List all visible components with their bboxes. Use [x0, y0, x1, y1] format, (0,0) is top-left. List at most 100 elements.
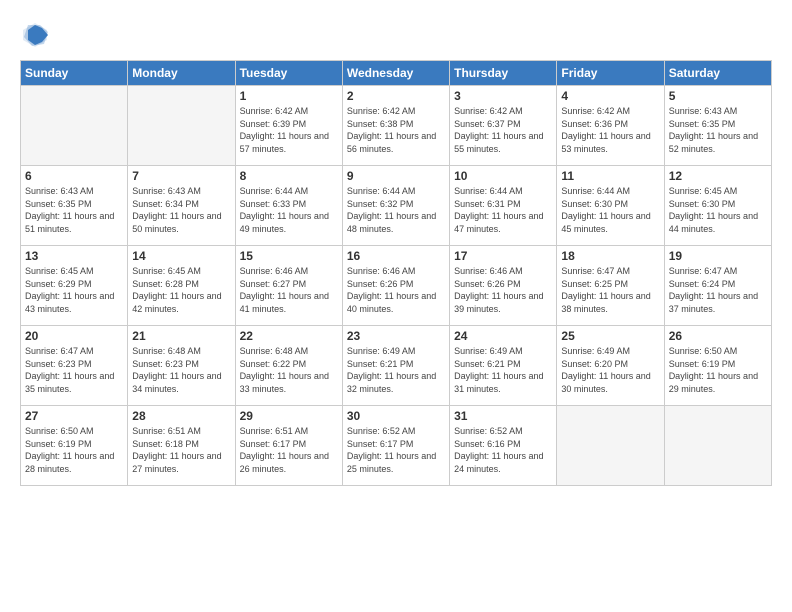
- day-info: Sunrise: 6:43 AMSunset: 6:34 PMDaylight:…: [132, 185, 230, 235]
- day-number: 1: [240, 89, 338, 103]
- day-info: Sunrise: 6:44 AMSunset: 6:32 PMDaylight:…: [347, 185, 445, 235]
- day-info: Sunrise: 6:47 AMSunset: 6:23 PMDaylight:…: [25, 345, 123, 395]
- calendar-cell: 9 Sunrise: 6:44 AMSunset: 6:32 PMDaylight…: [342, 166, 449, 246]
- day-info: Sunrise: 6:43 AMSunset: 6:35 PMDaylight:…: [669, 105, 767, 155]
- day-info: Sunrise: 6:50 AMSunset: 6:19 PMDaylight:…: [669, 345, 767, 395]
- day-number: 24: [454, 329, 552, 343]
- calendar-cell: 8Sunrise: 6:44 AMSunset: 6:33 PMDaylight…: [235, 166, 342, 246]
- calendar-table: SundayMondayTuesdayWednesdayThursdayFrid…: [20, 60, 772, 486]
- calendar-cell: 7 Sunrise: 6:43 AMSunset: 6:34 PMDaylight…: [128, 166, 235, 246]
- day-info: Sunrise: 6:42 AMSunset: 6:39 PMDaylight:…: [240, 105, 338, 155]
- day-info: Sunrise: 6:49 AMSunset: 6:21 PMDaylight:…: [454, 345, 552, 395]
- day-number: 30: [347, 409, 445, 423]
- day-info: Sunrise: 6:46 AMSunset: 6:26 PMDaylight:…: [454, 265, 552, 315]
- day-number: 8: [240, 169, 338, 183]
- day-info: Sunrise: 6:52 AMSunset: 6:17 PMDaylight:…: [347, 425, 445, 475]
- calendar-cell: 14 Sunrise: 6:45 AMSunset: 6:28 PMDayligh…: [128, 246, 235, 326]
- day-number: 22: [240, 329, 338, 343]
- calendar-cell: 17 Sunrise: 6:46 AMSunset: 6:26 PMDayligh…: [450, 246, 557, 326]
- day-number: 20: [25, 329, 123, 343]
- day-info: Sunrise: 6:50 AMSunset: 6:19 PMDaylight:…: [25, 425, 123, 475]
- calendar-week-row: 6 Sunrise: 6:43 AMSunset: 6:35 PMDaylight…: [21, 166, 772, 246]
- calendar-cell: 11 Sunrise: 6:44 AMSunset: 6:30 PMDayligh…: [557, 166, 664, 246]
- calendar-header-row: SundayMondayTuesdayWednesdayThursdayFrid…: [21, 61, 772, 86]
- day-info: Sunrise: 6:44 AMSunset: 6:31 PMDaylight:…: [454, 185, 552, 235]
- calendar-cell: 25Sunrise: 6:49 AMSunset: 6:20 PMDayligh…: [557, 326, 664, 406]
- day-number: 21: [132, 329, 230, 343]
- calendar-cell: 4 Sunrise: 6:42 AMSunset: 6:36 PMDaylight…: [557, 86, 664, 166]
- day-number: 4: [561, 89, 659, 103]
- calendar-cell: 29 Sunrise: 6:51 AMSunset: 6:17 PMDayligh…: [235, 406, 342, 486]
- calendar-week-row: 27 Sunrise: 6:50 AMSunset: 6:19 PMDayligh…: [21, 406, 772, 486]
- calendar-cell: [21, 86, 128, 166]
- calendar-cell: 22 Sunrise: 6:48 AMSunset: 6:22 PMDayligh…: [235, 326, 342, 406]
- calendar-cell: 28Sunrise: 6:51 AMSunset: 6:18 PMDayligh…: [128, 406, 235, 486]
- day-number: 14: [132, 249, 230, 263]
- calendar-cell: 19 Sunrise: 6:47 AMSunset: 6:24 PMDayligh…: [664, 246, 771, 326]
- page-header: [20, 20, 772, 50]
- day-info: Sunrise: 6:42 AMSunset: 6:36 PMDaylight:…: [561, 105, 659, 155]
- day-info: Sunrise: 6:49 AMSunset: 6:20 PMDaylight:…: [561, 345, 659, 395]
- column-header-friday: Friday: [557, 61, 664, 86]
- day-info: Sunrise: 6:47 AMSunset: 6:24 PMDaylight:…: [669, 265, 767, 315]
- day-info: Sunrise: 6:44 AMSunset: 6:30 PMDaylight:…: [561, 185, 659, 235]
- calendar-cell: 13Sunrise: 6:45 AMSunset: 6:29 PMDayligh…: [21, 246, 128, 326]
- calendar-cell: 1 Sunrise: 6:42 AMSunset: 6:39 PMDaylight…: [235, 86, 342, 166]
- day-number: 27: [25, 409, 123, 423]
- day-number: 7: [132, 169, 230, 183]
- day-number: 2: [347, 89, 445, 103]
- calendar-week-row: 1 Sunrise: 6:42 AMSunset: 6:39 PMDaylight…: [21, 86, 772, 166]
- day-number: 26: [669, 329, 767, 343]
- day-info: Sunrise: 6:42 AMSunset: 6:37 PMDaylight:…: [454, 105, 552, 155]
- day-info: Sunrise: 6:47 AMSunset: 6:25 PMDaylight:…: [561, 265, 659, 315]
- calendar-cell: [128, 86, 235, 166]
- calendar-cell: 30 Sunrise: 6:52 AMSunset: 6:17 PMDayligh…: [342, 406, 449, 486]
- column-header-monday: Monday: [128, 61, 235, 86]
- calendar-cell: 20 Sunrise: 6:47 AMSunset: 6:23 PMDayligh…: [21, 326, 128, 406]
- calendar-cell: 18 Sunrise: 6:47 AMSunset: 6:25 PMDayligh…: [557, 246, 664, 326]
- calendar-cell: 23Sunrise: 6:49 AMSunset: 6:21 PMDayligh…: [342, 326, 449, 406]
- day-number: 18: [561, 249, 659, 263]
- day-number: 15: [240, 249, 338, 263]
- day-number: 16: [347, 249, 445, 263]
- calendar-cell: 2 Sunrise: 6:42 AMSunset: 6:38 PMDaylight…: [342, 86, 449, 166]
- calendar-cell: 27 Sunrise: 6:50 AMSunset: 6:19 PMDayligh…: [21, 406, 128, 486]
- day-number: 13: [25, 249, 123, 263]
- day-number: 9: [347, 169, 445, 183]
- calendar-cell: [664, 406, 771, 486]
- day-info: Sunrise: 6:45 AMSunset: 6:28 PMDaylight:…: [132, 265, 230, 315]
- day-number: 28: [132, 409, 230, 423]
- calendar-week-row: 13Sunrise: 6:45 AMSunset: 6:29 PMDayligh…: [21, 246, 772, 326]
- day-info: Sunrise: 6:48 AMSunset: 6:23 PMDaylight:…: [132, 345, 230, 395]
- day-number: 12: [669, 169, 767, 183]
- calendar-cell: 3 Sunrise: 6:42 AMSunset: 6:37 PMDaylight…: [450, 86, 557, 166]
- logo-icon: [20, 20, 50, 50]
- column-header-thursday: Thursday: [450, 61, 557, 86]
- calendar-cell: 16 Sunrise: 6:46 AMSunset: 6:26 PMDayligh…: [342, 246, 449, 326]
- day-number: 19: [669, 249, 767, 263]
- calendar-cell: 5Sunrise: 6:43 AMSunset: 6:35 PMDaylight…: [664, 86, 771, 166]
- calendar-cell: 15 Sunrise: 6:46 AMSunset: 6:27 PMDayligh…: [235, 246, 342, 326]
- calendar-week-row: 20 Sunrise: 6:47 AMSunset: 6:23 PMDayligh…: [21, 326, 772, 406]
- calendar-cell: 24 Sunrise: 6:49 AMSunset: 6:21 PMDayligh…: [450, 326, 557, 406]
- day-number: 29: [240, 409, 338, 423]
- day-info: Sunrise: 6:51 AMSunset: 6:17 PMDaylight:…: [240, 425, 338, 475]
- day-info: Sunrise: 6:49 AMSunset: 6:21 PMDaylight:…: [347, 345, 445, 395]
- day-info: Sunrise: 6:52 AMSunset: 6:16 PMDaylight:…: [454, 425, 552, 475]
- column-header-saturday: Saturday: [664, 61, 771, 86]
- logo: [20, 20, 54, 50]
- day-info: Sunrise: 6:46 AMSunset: 6:27 PMDaylight:…: [240, 265, 338, 315]
- day-number: 17: [454, 249, 552, 263]
- day-number: 6: [25, 169, 123, 183]
- column-header-sunday: Sunday: [21, 61, 128, 86]
- day-info: Sunrise: 6:42 AMSunset: 6:38 PMDaylight:…: [347, 105, 445, 155]
- day-number: 10: [454, 169, 552, 183]
- day-number: 11: [561, 169, 659, 183]
- calendar-cell: 26 Sunrise: 6:50 AMSunset: 6:19 PMDayligh…: [664, 326, 771, 406]
- calendar-cell: 12Sunrise: 6:45 AMSunset: 6:30 PMDayligh…: [664, 166, 771, 246]
- day-info: Sunrise: 6:48 AMSunset: 6:22 PMDaylight:…: [240, 345, 338, 395]
- day-number: 3: [454, 89, 552, 103]
- day-info: Sunrise: 6:46 AMSunset: 6:26 PMDaylight:…: [347, 265, 445, 315]
- day-info: Sunrise: 6:43 AMSunset: 6:35 PMDaylight:…: [25, 185, 123, 235]
- day-number: 31: [454, 409, 552, 423]
